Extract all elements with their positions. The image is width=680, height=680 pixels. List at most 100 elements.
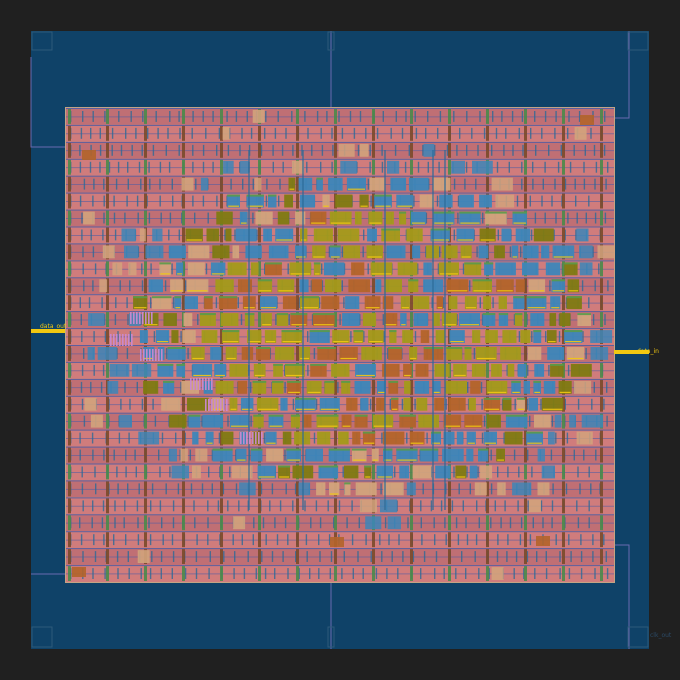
cell-row (66, 260, 614, 278)
fill-cell (497, 482, 506, 496)
pink-bus (211, 378, 213, 390)
tap-cell (372, 109, 375, 124)
metal-pin (215, 374, 225, 377)
row-via (284, 381, 286, 393)
cell-row (66, 175, 614, 193)
tap-cell (182, 396, 185, 412)
tap-cell (600, 379, 603, 395)
row-via (130, 111, 132, 122)
row-via (507, 466, 509, 478)
row-via (137, 534, 140, 546)
row-via (503, 432, 505, 444)
row-via (313, 432, 316, 444)
row-via (518, 127, 520, 139)
metal-pin (404, 374, 411, 377)
row-via (478, 517, 480, 529)
row-via (320, 161, 322, 173)
tap-cell (258, 549, 261, 564)
tap-cell (144, 109, 147, 124)
row-via (253, 517, 255, 529)
row-via (318, 534, 320, 546)
tap-cell (486, 125, 489, 141)
tap-cell (524, 346, 527, 361)
row-via (127, 314, 129, 325)
row-via (159, 161, 162, 173)
pink-bus (139, 312, 141, 324)
decap-block (536, 536, 550, 546)
metal-pin (317, 425, 338, 427)
metal-strap (176, 363, 186, 366)
row-via (479, 297, 481, 309)
tap-cell (524, 464, 527, 480)
cell-row (66, 328, 614, 345)
tap-cell (372, 464, 375, 480)
metal-pin (228, 205, 239, 207)
row-via (453, 229, 455, 241)
logic-cell (380, 499, 397, 513)
row-via (457, 212, 459, 224)
row-via (310, 517, 312, 529)
logic-cell (569, 414, 576, 428)
logic-cell (317, 431, 331, 445)
row-via (402, 551, 404, 562)
tap-cell (182, 193, 185, 209)
row-via (490, 449, 492, 461)
row-via (114, 500, 116, 512)
cell-row (66, 209, 614, 227)
tap-cell (334, 549, 337, 564)
metal-strap (354, 414, 368, 417)
metal-strap (278, 465, 291, 468)
metal-pin (291, 324, 307, 326)
logic-cell (478, 245, 489, 259)
row-via (379, 534, 381, 546)
row-via (583, 161, 585, 173)
tap-cell (182, 125, 185, 141)
logic-cell (387, 160, 400, 174)
pink-bus (193, 378, 195, 390)
row-rail (66, 446, 614, 448)
row-via (514, 398, 516, 410)
row-via (108, 161, 111, 173)
metal-strap (464, 347, 472, 349)
tap-cell (524, 159, 527, 175)
cell-row (66, 548, 614, 565)
logic-cell (121, 228, 136, 242)
row-via (529, 415, 531, 427)
layout-viewer[interactable]: data_out data_in clk_out (0, 0, 680, 680)
row-via (124, 381, 126, 393)
row-via (534, 212, 537, 224)
cell-row (66, 226, 614, 244)
metal-pin (431, 239, 449, 241)
row-via (285, 483, 287, 495)
row-via (506, 551, 508, 562)
row-via (554, 178, 556, 190)
logic-cell (579, 262, 593, 276)
logic-cell (280, 397, 288, 411)
tap-cell (448, 515, 451, 531)
logic-cell (399, 465, 410, 479)
row-rail (66, 192, 614, 194)
row-via (260, 144, 263, 156)
metal-strap (318, 465, 339, 468)
cell-row (66, 565, 614, 582)
tap-cell (524, 125, 527, 141)
metal-strap (464, 262, 482, 265)
tap-cell (296, 295, 299, 311)
tap-cell (524, 176, 527, 192)
tap-cell (68, 125, 71, 141)
row-via (279, 500, 282, 512)
logic-cell (119, 414, 132, 428)
cell-row (66, 514, 614, 532)
pin-label-data-in: data_in (637, 348, 659, 355)
pink-bus (142, 312, 144, 324)
row-via (527, 364, 529, 376)
fill-cell (83, 211, 95, 225)
row-via (358, 517, 360, 529)
row-via (226, 111, 228, 122)
metal-pin (433, 391, 440, 393)
tap-cell (600, 193, 603, 209)
row-via (194, 517, 196, 529)
row-via (521, 161, 523, 173)
pink-bus (255, 432, 257, 444)
metal-pin (278, 290, 294, 292)
